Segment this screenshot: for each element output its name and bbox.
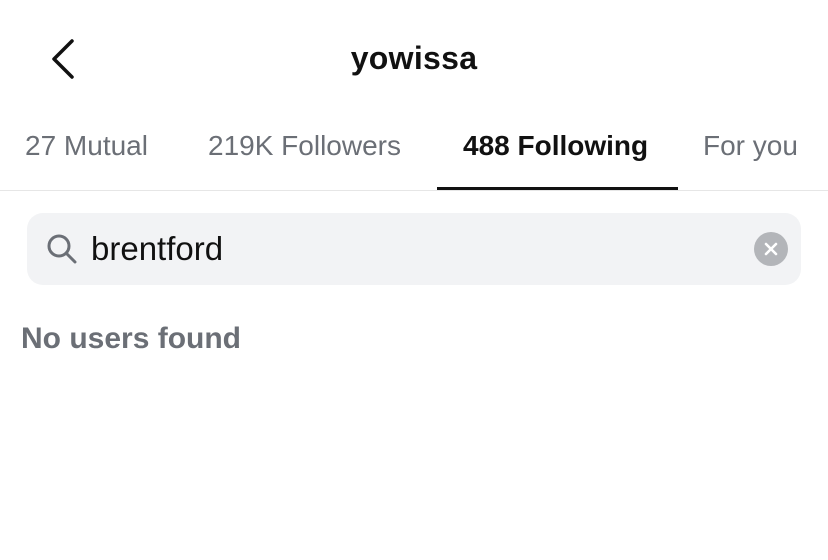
search-icon [47,234,77,264]
tab-bar: 27 Mutual 219K Followers 488 Following F… [0,120,828,191]
page-title: yowissa [350,40,478,76]
clear-search-button[interactable] [754,232,788,266]
tab-mutual[interactable]: 27 Mutual [25,130,148,162]
clear-icon [764,242,778,256]
following-screen: yowissa 27 Mutual 219K Followers 488 Fol… [0,0,828,560]
tab-following[interactable]: 488 Following [463,130,648,162]
active-tab-indicator [437,187,678,190]
search-bar [27,213,801,285]
empty-results-message: No users found [21,322,242,355]
header: yowissa [0,0,828,120]
tab-for-you[interactable]: For you [703,130,798,162]
tab-followers[interactable]: 219K Followers [208,130,401,162]
search-input[interactable] [91,225,731,273]
